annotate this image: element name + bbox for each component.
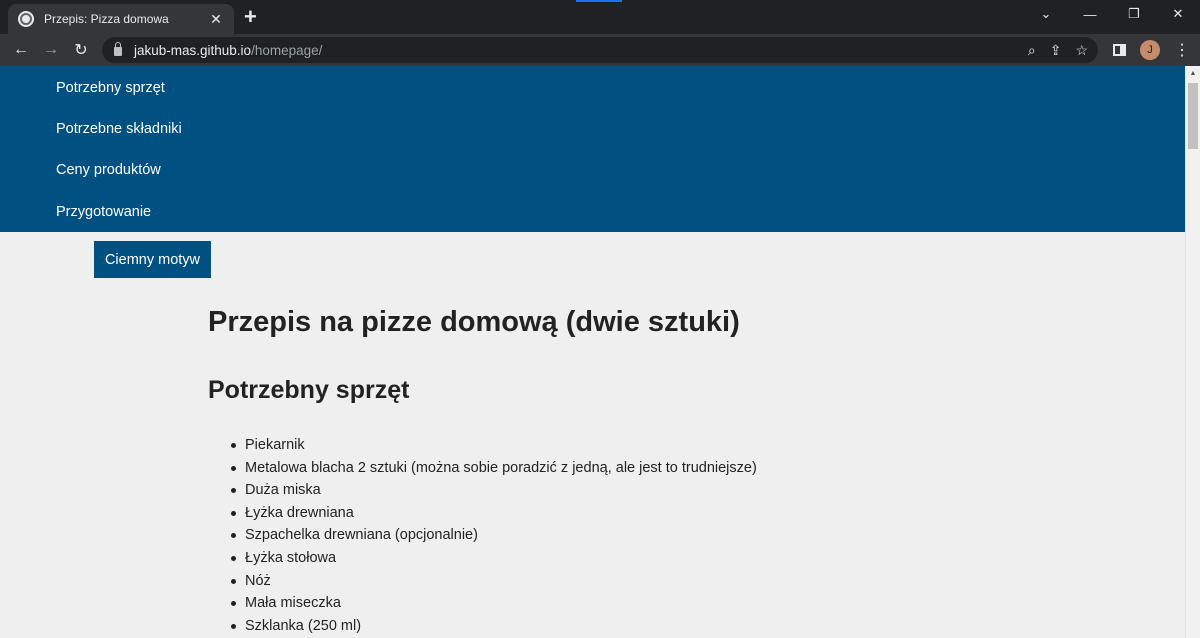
side-panel-icon[interactable] <box>1113 44 1126 56</box>
nav-link-prices[interactable]: Ceny produktów <box>56 162 161 178</box>
list-item: Szpachelka drewniana (opcjonalnie) <box>231 524 945 547</box>
reload-button[interactable]: ↻ <box>66 40 96 60</box>
tab-strip: Przepis: Pizza domowa ✕ + ⌄ — ❐ ✕ <box>0 0 1200 34</box>
close-window-button[interactable]: ✕ <box>1156 6 1200 22</box>
tab-search-icon[interactable]: ⌄ <box>1024 6 1068 22</box>
window-controls: ⌄ — ❐ ✕ <box>1024 0 1200 28</box>
tab-close-icon[interactable]: ✕ <box>208 11 224 28</box>
new-tab-button[interactable]: + <box>244 6 257 28</box>
toolbar-right: J ⋮ <box>1113 34 1190 66</box>
lock-icon[interactable] <box>114 42 122 56</box>
list-item: Łyżka stołowa <box>231 547 945 570</box>
scroll-up-arrow-icon[interactable]: ▲ <box>1186 66 1200 81</box>
back-button[interactable]: ← <box>6 41 36 59</box>
list-item: Nóż <box>231 570 945 593</box>
bookmark-star-icon[interactable]: ☆ <box>1075 42 1088 59</box>
browser-tab[interactable]: Przepis: Pizza domowa ✕ <box>8 4 234 34</box>
scrollbar-thumb[interactable] <box>1188 83 1198 149</box>
share-icon[interactable]: ⇪ <box>1050 42 1062 59</box>
address-bar[interactable]: jakub-mas.github.io/homepage/ ⌕ ⇪ ☆ <box>102 37 1098 63</box>
site-nav: Potrzebny sprzęt Potrzebne składniki Cen… <box>0 66 1185 232</box>
restore-button[interactable]: ❐ <box>1112 6 1156 22</box>
zoom-icon[interactable]: ⌕ <box>1028 42 1036 59</box>
page-title: Przepis na pizze domową (dwie sztuki) <box>208 306 740 338</box>
nav-link-preparation[interactable]: Przygotowanie <box>56 204 151 220</box>
dark-theme-button[interactable]: Ciemny motyw <box>94 241 211 278</box>
section-title-equipment: Potrzebny sprzęt <box>208 376 410 404</box>
favicon-icon <box>18 11 34 27</box>
minimize-button[interactable]: — <box>1068 7 1112 22</box>
menu-icon[interactable]: ⋮ <box>1174 40 1190 60</box>
profile-avatar[interactable]: J <box>1140 40 1160 60</box>
list-item: Metalowa blacha 2 sztuki (można sobie po… <box>231 457 945 480</box>
list-item: Łyżka drewniana <box>231 502 945 525</box>
list-item: Piekarnik <box>231 434 945 457</box>
forward-button[interactable]: → <box>36 41 66 59</box>
recipe-content: Przepis na pizze domową (dwie sztuki) Po… <box>208 306 757 634</box>
nav-link-equipment[interactable]: Potrzebny sprzęt <box>56 80 165 96</box>
browser-toolbar: ← → ↻ jakub-mas.github.io/homepage/ ⌕ ⇪ … <box>0 34 1200 66</box>
url-path: /homepage/ <box>251 42 323 58</box>
list-item: Szklanka (250 ml) <box>231 615 945 638</box>
tab-title: Przepis: Pizza domowa <box>44 12 169 26</box>
tab-strip-indicator <box>576 0 622 2</box>
url-text[interactable]: jakub-mas.github.io/homepage/ <box>134 43 322 58</box>
list-item: Duża miska <box>231 479 945 502</box>
nav-link-ingredients[interactable]: Potrzebne składniki <box>56 121 182 137</box>
vertical-scrollbar[interactable]: ▲ <box>1185 66 1200 638</box>
equipment-list: Piekarnik Metalowa blacha 2 sztuki (możn… <box>231 434 945 638</box>
omnibox-actions: ⌕ ⇪ ☆ <box>1028 37 1088 63</box>
page-viewport: Potrzebny sprzęt Potrzebne składniki Cen… <box>0 66 1200 638</box>
list-item: Mała miseczka <box>231 592 945 615</box>
url-host: jakub-mas.github.io <box>134 42 252 58</box>
